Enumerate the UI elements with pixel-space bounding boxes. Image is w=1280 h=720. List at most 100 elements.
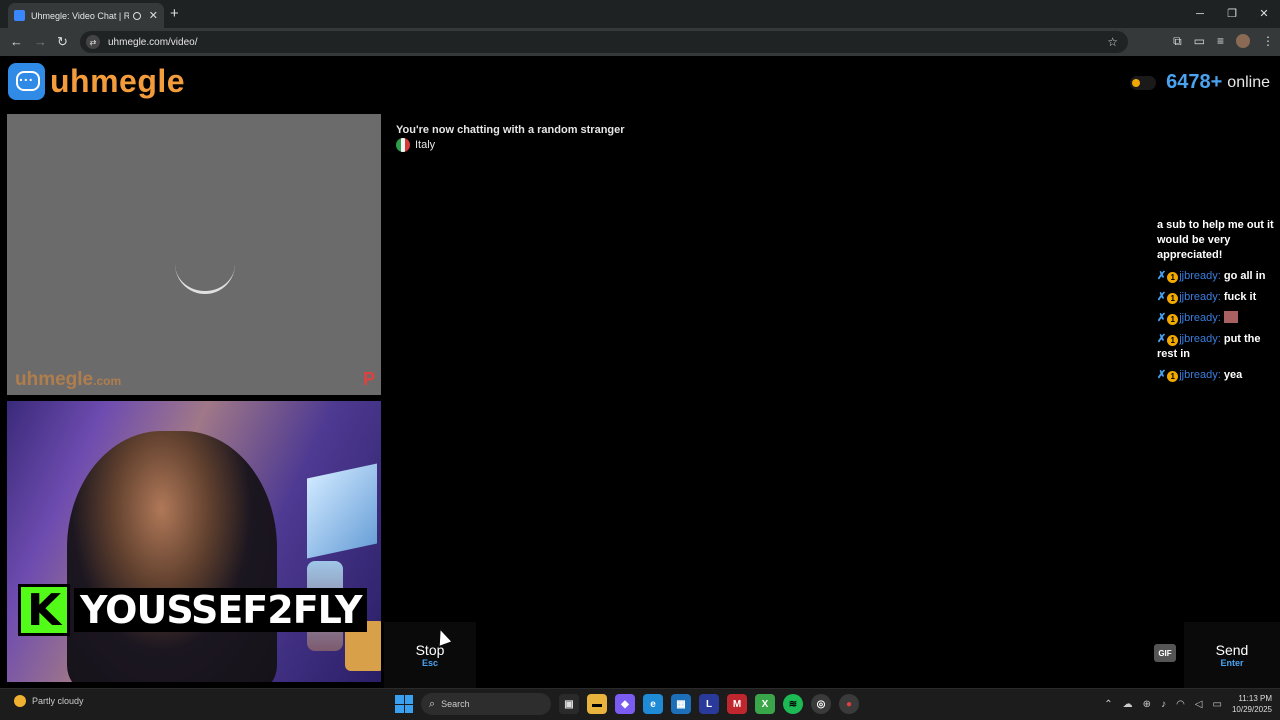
sword-badge-icon: ✗ <box>1157 291 1167 303</box>
sword-badge-icon: ✗ <box>1157 333 1167 345</box>
stranger-video: uhmegle.com P <box>7 114 381 395</box>
webcam-person <box>67 431 277 682</box>
bookmark-star-icon[interactable]: ☆ <box>1107 35 1118 49</box>
reload-button[interactable]: ↻ <box>57 34 68 50</box>
browser-tabbar: Uhmegle: Video Chat | Ran ✕ + ─ ❐ ✕ <box>0 0 1280 28</box>
url-text: uhmegle.com/video/ <box>108 36 198 48</box>
address-bar[interactable]: ⇄ uhmegle.com/video/ ☆ <box>80 31 1128 53</box>
task-view-icon[interactable]: ▣ <box>559 694 579 714</box>
overlay-message: ✗ 1 jjbready: yea <box>1157 369 1243 382</box>
forward-button[interactable]: → <box>34 34 47 49</box>
chat-controls: Stop Esc GIF Send Enter <box>384 622 1280 688</box>
clock-date: 10/29/2025 <box>1231 705 1272 714</box>
tab-title: Uhmegle: Video Chat | Ran <box>31 10 129 21</box>
site-info-icon[interactable]: ⇄ <box>86 35 100 49</box>
weather-text: Partly cloudy <box>32 696 84 706</box>
edge-icon[interactable]: e <box>643 694 663 714</box>
extensions-icon[interactable]: ⧉ <box>1173 34 1182 49</box>
l-app-icon[interactable]: L <box>699 694 719 714</box>
system-tray: ⌃ ☁ ⊕ ♪ ◠ ◁ ▭ 11:13 PM 10/29/2025 <box>1104 693 1272 715</box>
spotify-icon[interactable]: ≋ <box>783 694 803 714</box>
mcafee-icon[interactable]: M <box>727 694 747 714</box>
onedrive-icon[interactable]: ☁ <box>1123 699 1133 710</box>
clock-time: 11:13 PM <box>1238 694 1272 703</box>
file-explorer-icon[interactable]: ▬ <box>587 694 607 714</box>
chat-bubble-logo-icon <box>8 63 45 100</box>
background-monitor <box>307 463 377 559</box>
sword-badge-icon: ✗ <box>1157 369 1167 381</box>
brand-name: uhmegle <box>50 63 186 99</box>
network-icon[interactable]: ⊕ <box>1143 699 1151 710</box>
overlay-message: ✗ 1 jjbready: put the rest in <box>1157 333 1261 360</box>
toolbar-icons: ⧉ ▭ ≡ ⋮ <box>1173 34 1274 49</box>
chrome-icon[interactable]: ◎ <box>811 694 831 714</box>
cast-icon[interactable]: ▭ <box>1194 34 1205 49</box>
minimize-button[interactable]: ─ <box>1184 0 1216 28</box>
close-tab-icon[interactable]: ✕ <box>149 9 158 22</box>
volume-icon[interactable]: ◁ <box>1195 699 1203 710</box>
online-label: online <box>1227 73 1270 91</box>
loading-spinner-icon <box>175 264 235 294</box>
chat-log: You're now chatting with a random strang… <box>384 114 1280 622</box>
sub-badge-icon: 1 <box>1167 371 1179 382</box>
gif-button[interactable]: GIF <box>1154 644 1176 662</box>
microphone-icon[interactable]: ♪ <box>1161 699 1166 710</box>
browser-toolbar: ← → ↻ ⇄ uhmegle.com/video/ ☆ ⧉ ▭ ≡ ⋮ <box>0 28 1280 56</box>
sub-badge-icon: 1 <box>1167 272 1179 283</box>
menu-kebab-icon[interactable]: ⋮ <box>1262 34 1274 49</box>
back-button[interactable]: ← <box>10 34 23 49</box>
streamer-name: YOUSSEF2FLY <box>74 588 368 632</box>
store-icon[interactable]: ▦ <box>671 694 691 714</box>
close-window-button[interactable]: ✕ <box>1248 0 1280 28</box>
battery-icon[interactable]: ▭ <box>1213 699 1222 710</box>
tray-overflow-icon[interactable]: ⌃ <box>1104 699 1112 710</box>
overlay-message: ✗ 1 jjbready: <box>1157 311 1279 326</box>
theme-toggle[interactable] <box>1130 75 1157 90</box>
sword-badge-icon: ✗ <box>1157 270 1167 282</box>
stranger-country: Italy <box>396 138 435 152</box>
emote-icon <box>1223 311 1238 323</box>
recording-icon <box>132 11 141 20</box>
report-flag-icon[interactable]: P <box>363 369 375 390</box>
start-button[interactable] <box>395 695 413 713</box>
weather-widget[interactable]: Partly cloudy <box>14 695 84 707</box>
site-logo[interactable]: uhmegle <box>8 63 185 100</box>
windows-taskbar: Partly cloudy ⌕ Search ▣ ▬ ◆ e ▦ L M X ≋… <box>0 688 1280 720</box>
wifi-icon[interactable]: ◠ <box>1176 699 1185 710</box>
window-controls: ─ ❐ ✕ <box>1184 0 1280 28</box>
sub-badge-icon: 1 <box>1167 335 1179 346</box>
send-key: Enter <box>1220 658 1244 668</box>
self-video <box>7 401 381 682</box>
copilot-icon[interactable]: ◆ <box>615 694 635 714</box>
new-tab-button[interactable]: + <box>170 5 179 22</box>
taskbar-apps: ⌕ Search ▣ ▬ ◆ e ▦ L M X ≋ ◎ ● <box>395 693 859 715</box>
taskbar-search[interactable]: ⌕ Search <box>421 693 551 715</box>
send-label: Send <box>1215 642 1249 658</box>
streamer-overlay: K YOUSSEF2FLY <box>18 584 368 636</box>
sub-badge-icon: 1 <box>1167 314 1179 325</box>
country-name: Italy <box>415 139 436 151</box>
stop-button[interactable]: Stop Esc <box>384 622 476 688</box>
media-controls-icon[interactable]: ≡ <box>1217 34 1224 49</box>
stop-key: Esc <box>421 658 438 668</box>
profile-avatar[interactable] <box>1236 34 1250 48</box>
clock[interactable]: 11:13 PM 10/29/2025 <box>1232 693 1272 715</box>
online-indicator: 6478+ online <box>1130 71 1270 94</box>
maximize-button[interactable]: ❐ <box>1216 0 1248 28</box>
partly-cloudy-icon <box>14 695 26 707</box>
send-button[interactable]: Send Enter <box>1184 622 1280 688</box>
search-placeholder: Search <box>441 699 470 709</box>
chat-intro: You're now chatting with a random strang… <box>396 124 625 136</box>
search-icon: ⌕ <box>429 697 436 710</box>
tab-uhmegle[interactable]: Uhmegle: Video Chat | Ran ✕ <box>8 3 164 28</box>
message-input[interactable] <box>480 622 1180 688</box>
video-watermark: uhmegle.com <box>15 369 122 390</box>
sword-badge-icon: ✗ <box>1157 312 1167 324</box>
xbox-icon[interactable]: X <box>755 694 775 714</box>
sub-badge-icon: 1 <box>1167 293 1179 304</box>
overlay-message: ✗ 1 jjbready: fuck it <box>1157 291 1257 304</box>
overlay-message: ✗ 1 jjbready: go all in <box>1157 270 1266 283</box>
obs-icon[interactable]: ● <box>839 694 859 714</box>
stream-chat-overlay: a sub to help me out it would be very ap… <box>1157 218 1279 389</box>
site-favicon-icon <box>14 10 25 21</box>
